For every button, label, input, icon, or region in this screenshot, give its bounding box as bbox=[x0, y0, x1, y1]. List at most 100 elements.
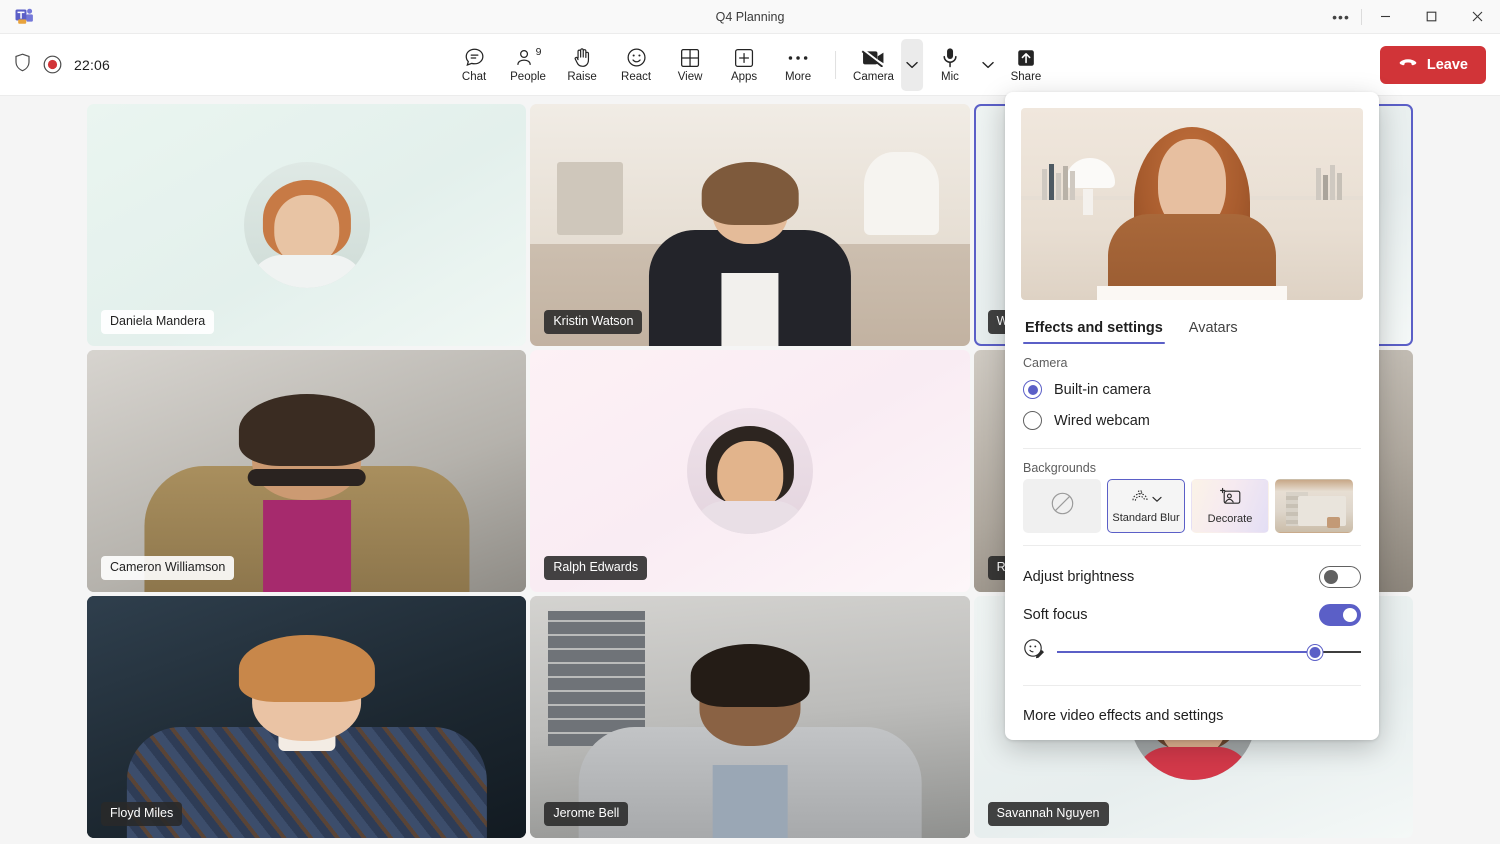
soft-focus-slider-row bbox=[1021, 634, 1363, 673]
participant-name-label: Daniela Mandera bbox=[101, 310, 215, 334]
tab-avatars[interactable]: Avatars bbox=[1187, 314, 1240, 344]
people-count-badge: 9 bbox=[535, 45, 542, 58]
toolbar-chat-label: Chat bbox=[461, 70, 487, 83]
background-room-photo-option[interactable] bbox=[1275, 479, 1353, 533]
room-photo-chair bbox=[1327, 517, 1340, 528]
soft-focus-icon bbox=[1023, 638, 1045, 665]
participant-tile-daniela-mandera[interactable]: Daniela Mandera bbox=[87, 104, 527, 346]
camera-control-group: Camera bbox=[846, 38, 923, 91]
slider-fill bbox=[1057, 650, 1316, 653]
camera-preview bbox=[1021, 108, 1363, 300]
toolbar-apps-label: Apps bbox=[730, 70, 758, 83]
teams-meeting-window: Q4 Planning ••• 22:06 Chat 9 People Rais… bbox=[0, 0, 1500, 844]
mic-chevron-down-icon[interactable] bbox=[977, 39, 999, 91]
apps-plus-icon bbox=[734, 47, 754, 69]
participant-tile-floyd-miles[interactable]: Floyd Miles bbox=[87, 596, 527, 838]
more-ellipsis-icon bbox=[787, 47, 809, 69]
avatar bbox=[243, 162, 370, 288]
toolbar-divider bbox=[835, 50, 837, 79]
toggle-knob bbox=[1324, 570, 1338, 584]
participant-name-label: Kristin Watson bbox=[544, 310, 643, 334]
participant-tile-kristin-watson[interactable]: Kristin Watson bbox=[530, 104, 970, 346]
backgrounds-section-label: Backgrounds bbox=[1023, 461, 1096, 475]
participant-name-label: Floyd Miles bbox=[101, 802, 183, 826]
avatar bbox=[686, 408, 813, 534]
participant-tile-jerome-bell[interactable]: Jerome Bell bbox=[530, 596, 970, 838]
toolbar-camera-button[interactable]: Camera bbox=[846, 39, 901, 91]
camera-section-label: Camera bbox=[1023, 356, 1068, 370]
toolbar-mic-label: Mic bbox=[941, 70, 959, 83]
soft-focus-slider[interactable] bbox=[1057, 644, 1361, 660]
background-decorate-option[interactable]: Decorate bbox=[1191, 479, 1269, 533]
toolbar-react-label: React bbox=[621, 70, 652, 83]
more-video-effects-link[interactable]: More video effects and settings bbox=[1021, 698, 1363, 726]
toolbar-mic-button[interactable]: Mic bbox=[923, 39, 977, 91]
leave-button-label: Leave bbox=[1426, 56, 1468, 73]
camera-option-built-in[interactable]: Built-in camera bbox=[1021, 374, 1363, 405]
backgrounds-list: Standard Blur Decorate bbox=[1021, 479, 1363, 533]
background-option-label: Decorate bbox=[1207, 513, 1253, 525]
panel-divider-2 bbox=[1023, 545, 1361, 546]
adjust-brightness-label: Adjust brightness bbox=[1023, 569, 1135, 585]
shield-icon[interactable] bbox=[14, 53, 31, 77]
toolbar-chat-button[interactable]: Chat bbox=[447, 39, 501, 91]
chevron-down-icon[interactable] bbox=[1151, 490, 1162, 508]
background-option-label: Standard Blur bbox=[1112, 511, 1180, 524]
meeting-toolbar: 22:06 Chat 9 People Raise React View App… bbox=[0, 34, 1500, 96]
react-smiley-icon bbox=[626, 47, 647, 69]
mic-control-group: Mic bbox=[923, 39, 999, 91]
preview-lamp-stem bbox=[1082, 188, 1093, 215]
meeting-status-group: 22:06 bbox=[14, 53, 110, 77]
toolbar-more-button[interactable]: More bbox=[771, 39, 825, 91]
adjust-brightness-row: Adjust brightness bbox=[1021, 558, 1363, 596]
background-none-option[interactable] bbox=[1023, 479, 1101, 533]
camera-chevron-down-icon[interactable] bbox=[900, 38, 923, 91]
soft-focus-label: Soft focus bbox=[1023, 607, 1088, 623]
phone-hangup-icon bbox=[1398, 57, 1418, 73]
leave-group: Leave bbox=[1366, 45, 1486, 84]
toolbar-react-button[interactable]: React bbox=[609, 39, 663, 91]
chat-icon bbox=[464, 47, 485, 69]
background-standard-blur-option[interactable]: Standard Blur bbox=[1107, 479, 1185, 533]
camera-off-icon bbox=[861, 47, 886, 69]
window-controls: ••• bbox=[1321, 0, 1500, 33]
view-grid-icon bbox=[680, 47, 700, 69]
camera-option-label: Wired webcam bbox=[1054, 412, 1150, 429]
tab-effects-and-settings[interactable]: Effects and settings bbox=[1023, 314, 1165, 344]
toolbar-view-label: View bbox=[677, 70, 703, 83]
soft-focus-toggle[interactable] bbox=[1319, 604, 1361, 626]
participant-name-label: Savannah Nguyen bbox=[987, 802, 1109, 826]
radio-unselected-icon bbox=[1023, 411, 1042, 430]
adjust-brightness-toggle[interactable] bbox=[1319, 566, 1361, 588]
preview-desk bbox=[1097, 286, 1287, 300]
camera-option-label: Built-in camera bbox=[1054, 381, 1151, 398]
participant-name-label: Ralph Edwards bbox=[544, 556, 648, 580]
participant-tile-cameron-williamson[interactable]: Cameron Williamson bbox=[87, 350, 527, 592]
toolbar-camera-label: Camera bbox=[853, 70, 894, 83]
panel-tabs: Effects and settings Avatars bbox=[1021, 314, 1363, 344]
toolbar-people-button[interactable]: 9 People bbox=[501, 39, 555, 91]
effects-and-settings-panel: Effects and settings Avatars Camera Buil… bbox=[1005, 92, 1379, 740]
share-screen-icon bbox=[1016, 47, 1036, 69]
participant-name-label: Cameron Williamson bbox=[101, 556, 235, 580]
toolbar-apps-button[interactable]: Apps bbox=[717, 39, 771, 91]
toolbar-share-button[interactable]: Share bbox=[999, 39, 1053, 91]
close-icon[interactable] bbox=[1454, 0, 1500, 34]
toolbar-share-label: Share bbox=[1010, 70, 1042, 83]
leave-button[interactable]: Leave bbox=[1379, 45, 1486, 84]
toolbar-view-button[interactable]: View bbox=[663, 39, 717, 91]
window-more-icon[interactable]: ••• bbox=[1321, 0, 1361, 34]
toolbar-raise-button[interactable]: Raise bbox=[555, 39, 609, 91]
meeting-timer: 22:06 bbox=[74, 56, 111, 73]
camera-option-wired-webcam[interactable]: Wired webcam bbox=[1021, 405, 1363, 436]
preview-books-right bbox=[1316, 162, 1343, 201]
recording-dot-icon[interactable] bbox=[43, 55, 62, 74]
slider-thumb[interactable] bbox=[1307, 644, 1323, 660]
decorate-icon bbox=[1219, 487, 1241, 511]
maximize-icon[interactable] bbox=[1408, 0, 1454, 34]
raise-hand-icon bbox=[573, 47, 592, 69]
toolbar-people-label: People bbox=[510, 70, 546, 83]
microphone-icon bbox=[942, 47, 958, 69]
minimize-icon[interactable] bbox=[1362, 0, 1408, 34]
participant-tile-ralph-edwards[interactable]: Ralph Edwards bbox=[530, 350, 970, 592]
